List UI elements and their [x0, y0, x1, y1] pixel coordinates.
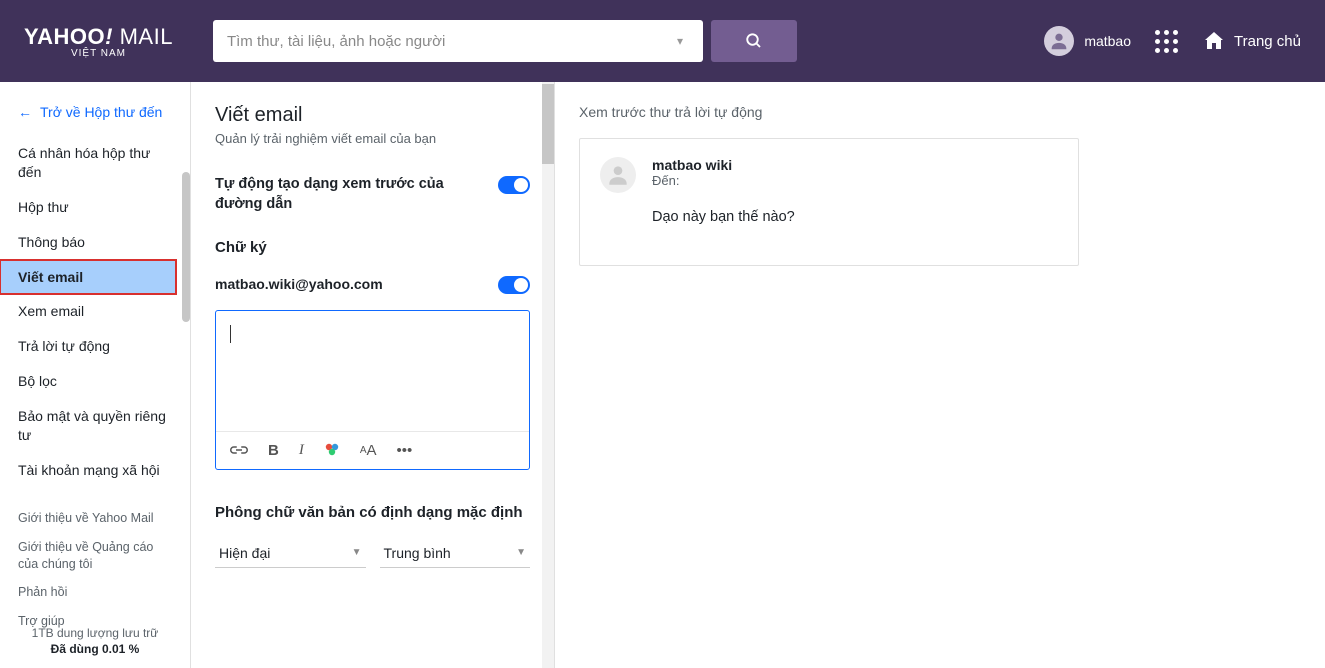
font-size-icon[interactable]: AA — [360, 442, 377, 459]
sidebar-item-compose[interactable]: Viết email — [0, 260, 176, 295]
settings-subtitle: Quản lý trải nghiệm viết email của bạn — [215, 131, 530, 146]
user-name[interactable]: matbao — [1084, 33, 1131, 49]
sidebar-item-notifications[interactable]: Thông báo — [0, 225, 190, 260]
app-header: YAHOO! MAIL VIỆT NAM ▾ matbao Trang chủ — [0, 0, 1325, 82]
font-selectors: Hiện đại▼ Trung bình▼ — [215, 539, 530, 568]
sidebar-item-mailbox[interactable]: Hộp thư — [0, 190, 190, 225]
color-icon[interactable] — [324, 442, 340, 458]
signature-textarea[interactable] — [216, 311, 529, 431]
sidebar-feedback[interactable]: Phản hồi — [0, 578, 190, 607]
preview-card: matbao wiki Đến: Dạo này bạn thế nào? — [579, 138, 1079, 266]
app-body: ← Trở về Hộp thư đến Cá nhân hóa hộp thư… — [0, 82, 1325, 668]
apps-menu-icon[interactable] — [1155, 30, 1178, 53]
header-right: matbao Trang chủ — [1044, 26, 1301, 56]
back-to-inbox[interactable]: ← Trở về Hộp thư đến — [0, 104, 190, 136]
avatar-icon — [1048, 30, 1070, 52]
brand-logo[interactable]: YAHOO! MAIL VIỆT NAM — [24, 24, 173, 59]
italic-icon[interactable]: I — [299, 442, 304, 459]
sidebar-about-ads[interactable]: Giới thiệu về Quảng cáo của chúng tôi — [0, 533, 190, 579]
font-family-select[interactable]: Hiện đại▼ — [215, 539, 366, 568]
storage-info: 1TB dung lượng lưu trữ Đã dùng 0.01 % — [0, 626, 190, 656]
search-bar: ▾ — [213, 20, 797, 62]
sidebar-item-filters[interactable]: Bộ lọc — [0, 364, 190, 399]
preview-avatar — [600, 157, 636, 193]
search-box[interactable]: ▾ — [213, 20, 703, 62]
settings-scrollbar-track[interactable] — [542, 82, 554, 668]
signature-header: Chữ ký — [215, 239, 530, 256]
chevron-down-icon: ▼ — [352, 547, 362, 558]
preview-body: Dạo này bạn thế nào? — [600, 209, 1058, 225]
search-button[interactable] — [711, 20, 797, 62]
signature-toggle[interactable] — [498, 276, 530, 294]
auto-preview-toggle[interactable] — [498, 176, 530, 194]
font-size-select[interactable]: Trung bình▼ — [380, 539, 531, 568]
sidebar-about-mail[interactable]: Giới thiệu về Yahoo Mail — [0, 504, 190, 533]
user-avatar[interactable] — [1044, 26, 1074, 56]
home-link[interactable]: Trang chủ — [1202, 29, 1301, 53]
font-header: Phông chữ văn bản có định dạng mặc định — [215, 504, 530, 521]
preview-title: Xem trước thư trả lời tự động — [579, 104, 1301, 120]
sidebar-item-social[interactable]: Tài khoản mạng xã hội — [0, 453, 190, 488]
signature-account-row: matbao.wiki@yahoo.com — [215, 274, 530, 294]
search-icon — [745, 32, 763, 50]
search-input[interactable] — [227, 33, 671, 50]
link-icon[interactable] — [230, 444, 248, 456]
arrow-left-icon: ← — [18, 104, 32, 120]
sidebar-scrollbar[interactable] — [182, 172, 190, 322]
settings-scrollbar-thumb[interactable] — [542, 84, 554, 164]
preview-panel: Xem trước thư trả lời tự động matbao wik… — [555, 82, 1325, 668]
settings-sidebar: ← Trở về Hộp thư đến Cá nhân hóa hộp thư… — [0, 82, 190, 668]
preview-to: Đến: — [652, 173, 732, 188]
settings-title: Viết email — [215, 104, 530, 127]
signature-editor: B I AA ••• — [215, 310, 530, 470]
sidebar-item-autoreply[interactable]: Trả lời tự động — [0, 329, 190, 364]
preview-header: matbao wiki Đến: — [600, 157, 1058, 193]
auto-preview-row: Tự động tạo dạng xem trước của đường dẫn — [215, 174, 530, 215]
auto-preview-label: Tự động tạo dạng xem trước của đường dẫn — [215, 174, 465, 215]
home-icon — [1202, 29, 1226, 53]
signature-email: matbao.wiki@yahoo.com — [215, 276, 383, 292]
sidebar-item-view[interactable]: Xem email — [0, 294, 190, 329]
sidebar-item-security[interactable]: Bảo mật và quyền riêng tư — [0, 399, 190, 453]
settings-panel: Viết email Quản lý trải nghiệm viết emai… — [190, 82, 555, 668]
signature-toolbar: B I AA ••• — [216, 431, 529, 469]
preview-from: matbao wiki — [652, 157, 732, 173]
more-icon[interactable]: ••• — [397, 442, 413, 459]
bold-icon[interactable]: B — [268, 442, 279, 459]
sidebar-item-personalize[interactable]: Cá nhân hóa hộp thư đến — [0, 136, 190, 190]
search-chevron-icon[interactable]: ▾ — [671, 34, 689, 48]
avatar-icon — [605, 162, 631, 188]
chevron-down-icon: ▼ — [516, 547, 526, 558]
